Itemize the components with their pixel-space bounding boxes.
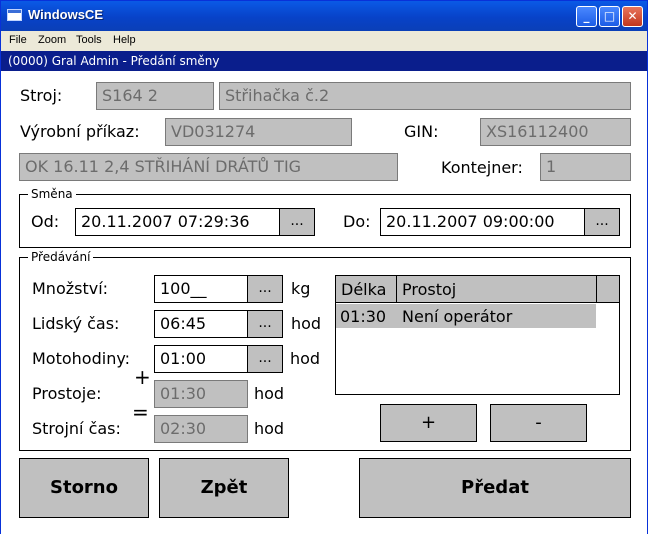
shift-from-label: Od: (31, 212, 60, 231)
column-header-filler (597, 276, 619, 303)
motor-hours-field[interactable]: 01:00 (154, 345, 248, 373)
human-time-unit: hod (291, 314, 322, 333)
machine-code-field: S164 2 (96, 82, 214, 110)
list-item[interactable]: 01:30 Není operátor (336, 304, 596, 328)
equals-sign: = (132, 400, 149, 424)
list-item-length: 01:30 (340, 307, 387, 326)
cancel-button[interactable]: Storno (19, 458, 149, 518)
column-header-reason[interactable]: Prostoj (397, 276, 597, 303)
downtime-list[interactable]: Délka Prostoj 01:30 Není operátor (335, 275, 620, 395)
handover-group-title: Předávání (28, 249, 94, 265)
list-item-reason: Není operátor (402, 307, 513, 326)
menu-help[interactable]: Help (113, 34, 136, 46)
downtime-field: 01:30 (154, 380, 248, 408)
plus-sign: + (134, 365, 151, 389)
quantity-unit: kg (291, 279, 311, 298)
column-header-length[interactable]: Délka (336, 276, 397, 303)
order-label: Výrobní příkaz: (20, 122, 140, 141)
container-label: Kontejner: (441, 158, 523, 177)
container-field: 1 (540, 153, 631, 181)
machine-time-label: Strojní čas: (32, 419, 121, 438)
machine-label: Stroj: (20, 86, 63, 105)
gin-label: GIN: (404, 122, 439, 141)
shift-group-title: Směna (28, 186, 76, 202)
window-title: WindowsCE (28, 7, 103, 22)
screen-header: (0000) Gral Admin - Předání směny (1, 51, 647, 71)
human-time-field[interactable]: 06:45 (154, 310, 248, 338)
human-time-label: Lidský čas: (32, 314, 120, 333)
menu-zoom[interactable]: Zoom (38, 34, 66, 46)
main-content: Stroj: S164 2 Střihačka č.2 Výrobní přík… (1, 71, 647, 534)
close-button[interactable]: ✕ (622, 6, 643, 27)
title-bar: WindowsCE _ □ ✕ (1, 1, 647, 31)
menu-file[interactable]: File (9, 34, 27, 46)
quantity-label: Množství: (32, 279, 109, 298)
machine-time-field: 02:30 (154, 415, 248, 443)
machine-name-field: Střihačka č.2 (219, 82, 631, 110)
menu-bar: File Zoom Tools Help (1, 31, 647, 50)
description-field: OK 16.11 2,4 STŘIHÁNÍ DRÁTŮ TIG (19, 153, 398, 181)
order-field: VD031274 (165, 118, 352, 146)
add-downtime-button[interactable]: + (380, 404, 477, 442)
shift-to-field[interactable]: 20.11.2007 09:00:00 (380, 208, 585, 236)
app-window: WindowsCE _ □ ✕ File Zoom Tools Help (00… (0, 0, 648, 534)
shift-to-picker-button[interactable]: ... (584, 208, 620, 236)
remove-downtime-button[interactable]: - (490, 404, 587, 442)
submit-button[interactable]: Předat (359, 458, 631, 518)
motor-hours-unit: hod (290, 349, 321, 368)
downtime-label: Prostoje: (32, 384, 102, 403)
shift-to-label: Do: (343, 212, 371, 231)
gin-field: XS16112400 (480, 118, 631, 146)
quantity-picker-button[interactable]: ... (247, 275, 283, 303)
motor-hours-label: Motohodiny: (32, 349, 131, 368)
menu-tools[interactable]: Tools (76, 34, 102, 46)
quantity-field[interactable]: 100__ (154, 275, 248, 303)
machine-time-unit: hod (254, 419, 285, 438)
motor-hours-picker-button[interactable]: ... (247, 345, 283, 373)
downtime-unit: hod (254, 384, 285, 403)
shift-from-picker-button[interactable]: ... (279, 208, 315, 236)
back-button[interactable]: Zpět (159, 458, 289, 518)
human-time-picker-button[interactable]: ... (247, 310, 283, 338)
window-icon (7, 9, 22, 21)
minimize-button[interactable]: _ (576, 6, 597, 27)
maximize-button[interactable]: □ (599, 6, 620, 27)
shift-from-field[interactable]: 20.11.2007 07:29:36 (75, 208, 280, 236)
